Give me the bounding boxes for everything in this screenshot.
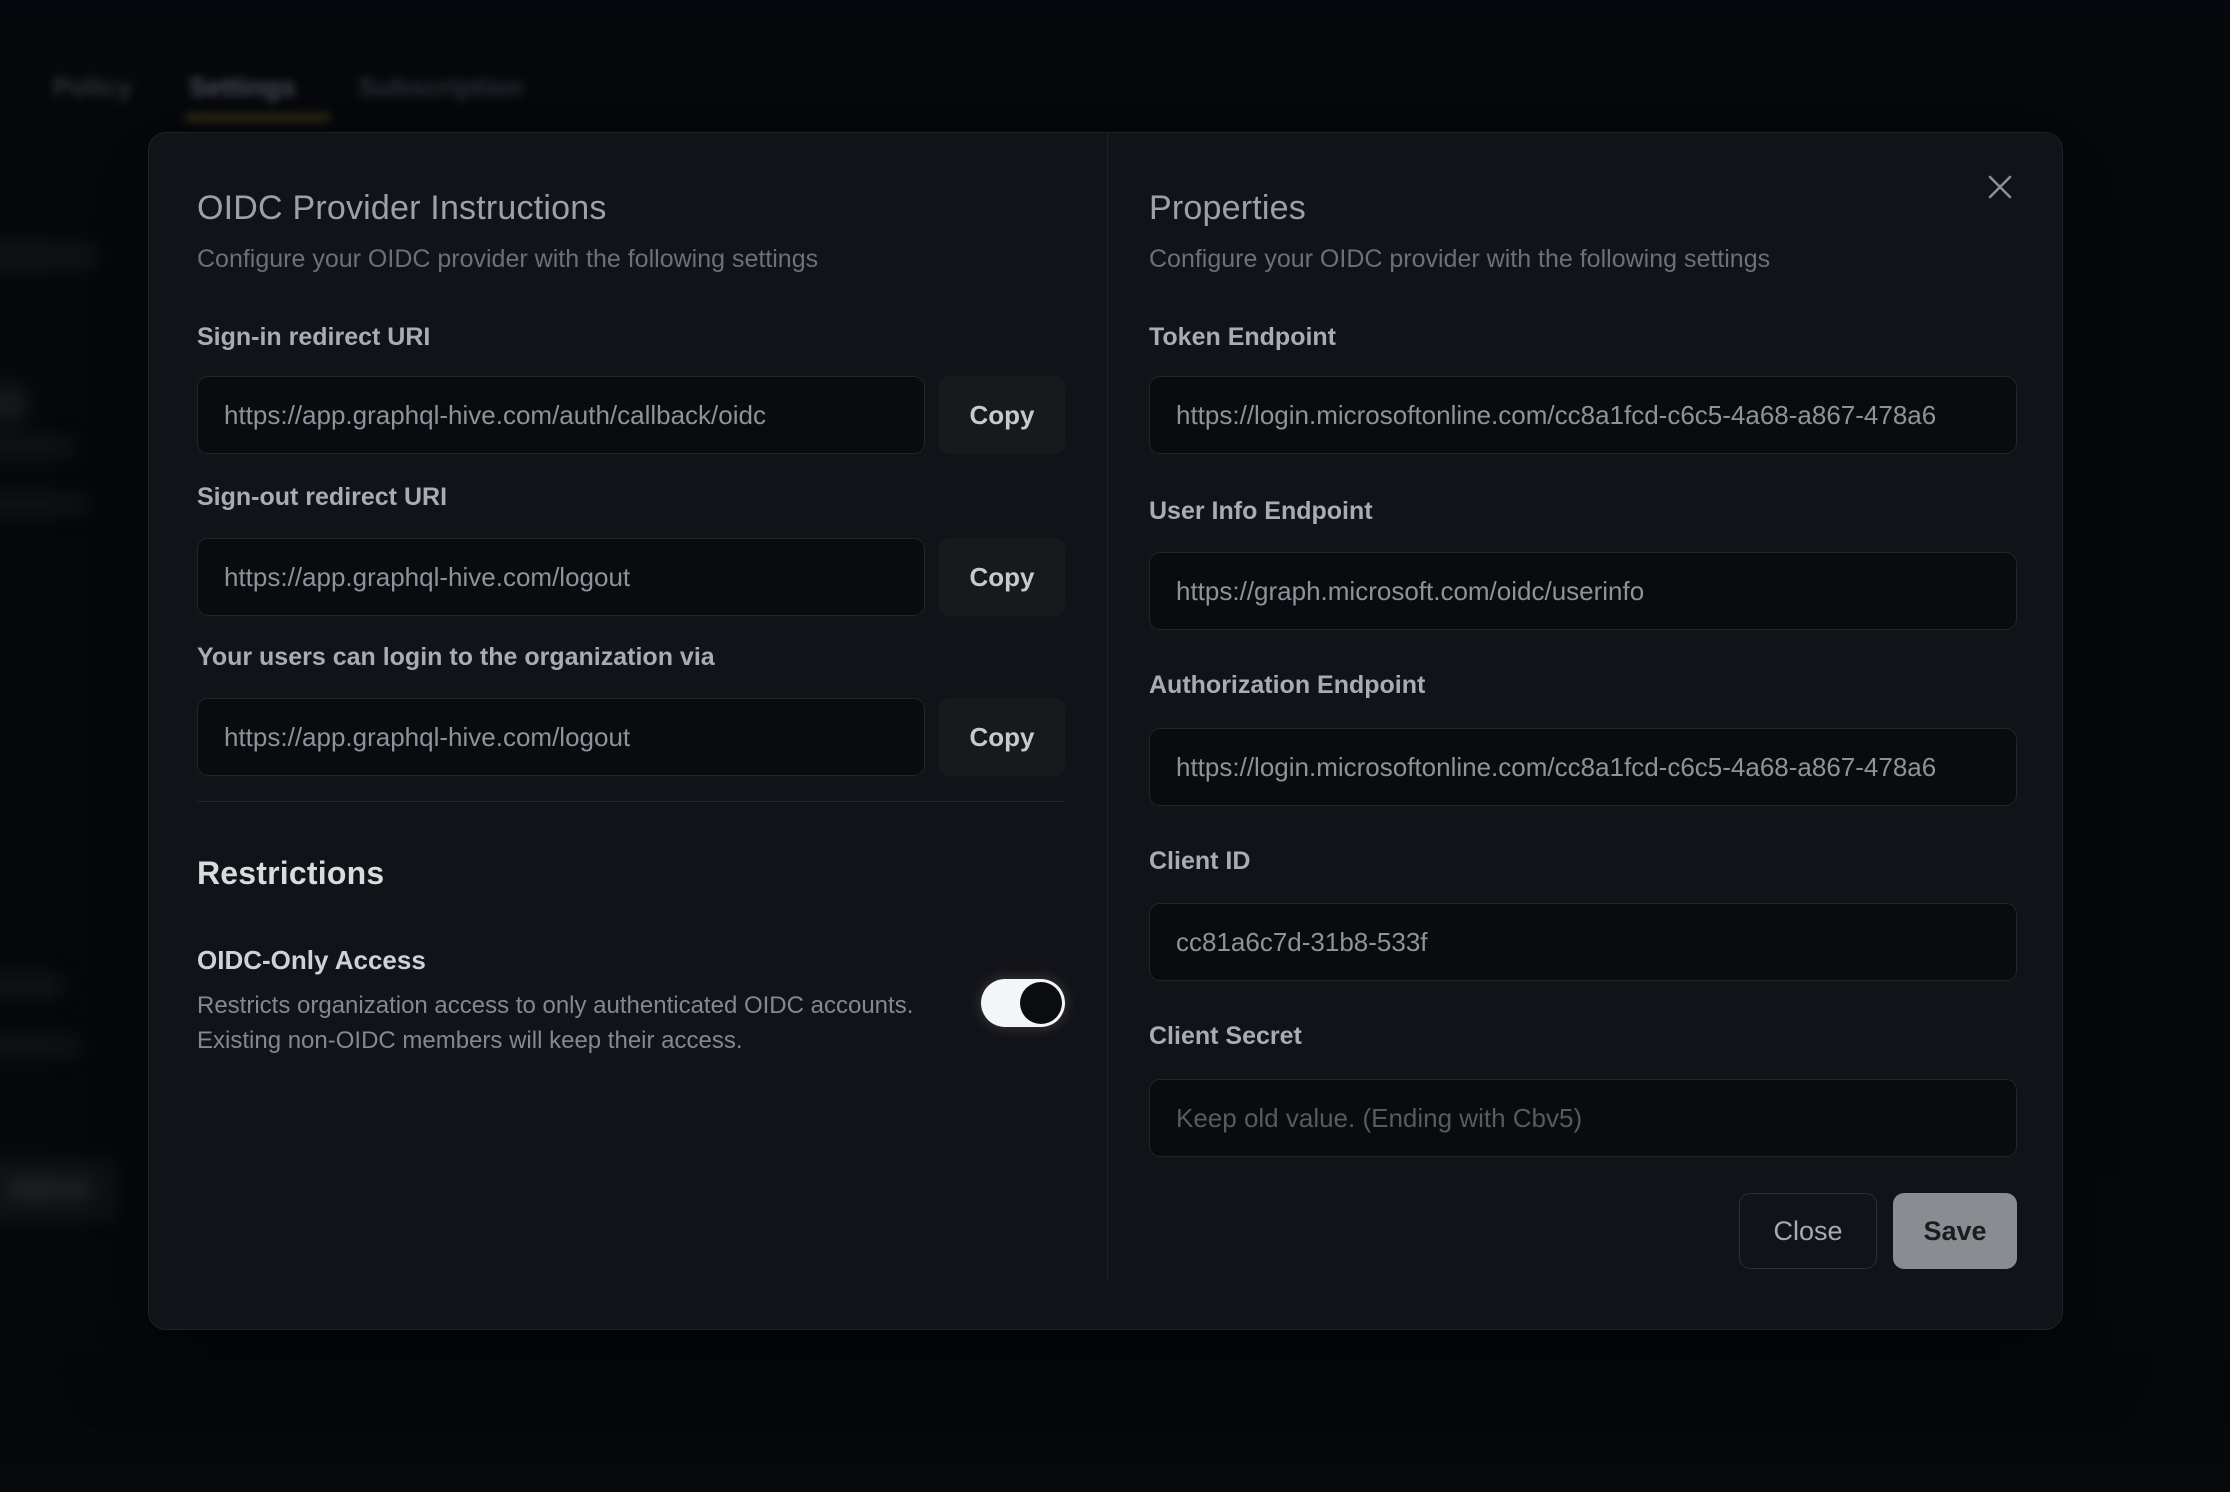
signin-redirect-input[interactable] — [197, 376, 925, 454]
user-info-endpoint-label: User Info Endpoint — [1149, 497, 1373, 526]
close-icon — [1983, 170, 2017, 204]
token-endpoint-label: Token Endpoint — [1149, 323, 1336, 352]
org-login-copy-button[interactable]: Copy — [939, 698, 1065, 776]
token-endpoint-input[interactable] — [1149, 376, 2017, 454]
user-info-endpoint-input[interactable] — [1149, 552, 2017, 630]
signin-copy-button[interactable]: Copy — [939, 376, 1065, 454]
oidc-settings-dialog: OIDC Provider Instructions Configure you… — [148, 132, 2063, 1330]
client-id-label: Client ID — [1149, 847, 1250, 876]
org-login-input[interactable] — [197, 698, 925, 776]
oidc-only-access-toggle[interactable] — [981, 979, 1065, 1027]
signin-redirect-label: Sign-in redirect URI — [197, 323, 430, 352]
oidc-only-access-description-line1: Restricts organization access to only au… — [197, 988, 913, 1023]
client-secret-input[interactable] — [1149, 1079, 2017, 1157]
app-root: Policy Settings Subscription OIDC Provid… — [0, 0, 2230, 1492]
oidc-only-access-label: OIDC-Only Access — [197, 945, 426, 976]
instructions-title: OIDC Provider Instructions — [197, 189, 607, 228]
oidc-only-access-description-line2: Existing non-OIDC members will keep thei… — [197, 1023, 743, 1058]
signout-redirect-input[interactable] — [197, 538, 925, 616]
authorization-endpoint-label: Authorization Endpoint — [1149, 671, 1425, 700]
section-divider — [197, 801, 1065, 802]
client-secret-label: Client Secret — [1149, 1022, 1302, 1051]
org-login-label: Your users can login to the organization… — [197, 643, 715, 672]
close-button[interactable]: Close — [1739, 1193, 1877, 1269]
authorization-endpoint-input[interactable] — [1149, 728, 2017, 806]
signout-copy-button[interactable]: Copy — [939, 538, 1065, 616]
restrictions-heading: Restrictions — [197, 855, 384, 892]
client-id-input[interactable] — [1149, 903, 2017, 981]
dialog-close-button[interactable] — [1972, 159, 2028, 215]
signout-redirect-label: Sign-out redirect URI — [197, 483, 447, 512]
column-divider — [1107, 133, 1108, 1281]
instructions-subtitle: Configure your OIDC provider with the fo… — [197, 245, 818, 274]
save-button[interactable]: Save — [1893, 1193, 2017, 1269]
properties-title: Properties — [1149, 189, 1306, 228]
toggle-knob — [1020, 982, 1062, 1024]
properties-subtitle: Configure your OIDC provider with the fo… — [1149, 245, 1770, 274]
